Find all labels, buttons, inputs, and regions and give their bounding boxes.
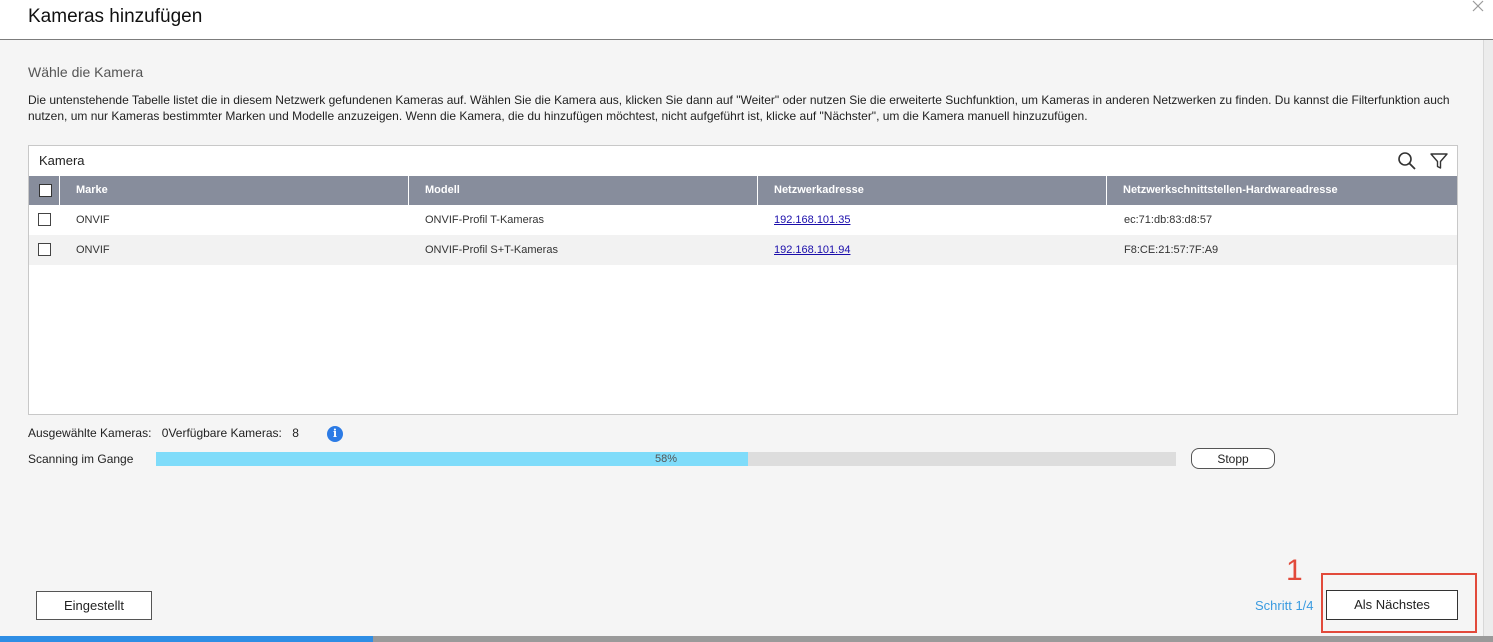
camera-stats: Ausgewählte Kameras: 0Verfügbare Kameras… — [28, 426, 299, 440]
row-mac: F8:CE:21:57:7F:A9 — [1124, 244, 1219, 256]
panel-header: Kamera — [29, 146, 1457, 175]
camera-table-panel: Kamera Marke Modell Netzwerkadresse Netz… — [28, 145, 1458, 415]
filter-icon[interactable] — [1429, 151, 1449, 171]
step-progress-fill — [0, 636, 374, 642]
dialog-title: Kameras hinzufügen — [28, 6, 203, 27]
row-checkbox[interactable] — [38, 243, 51, 256]
select-all-checkbox[interactable] — [39, 184, 52, 197]
selected-cameras-label: Ausgewählte Kameras: — [28, 426, 152, 440]
search-icon[interactable] — [1397, 151, 1417, 171]
section-description: Die untenstehende Tabelle listet die in … — [28, 93, 1450, 123]
row-brand: ONVIF — [76, 214, 110, 226]
selected-cameras-value: 0 — [161, 426, 169, 440]
scan-progress-bar: 58% — [156, 452, 1176, 466]
step-indicator: Schritt 1/4 — [1255, 598, 1314, 613]
row-address-link[interactable]: 192.168.101.35 — [774, 205, 850, 235]
row-model: ONVIF-Profil S+T-Kameras — [425, 244, 558, 256]
info-icon[interactable]: i — [327, 426, 343, 442]
section-heading: Wähle die Kamera — [28, 64, 144, 80]
column-header-brand[interactable]: Marke — [60, 176, 409, 205]
select-all-cell — [29, 176, 60, 205]
next-button[interactable]: Als Nächstes — [1326, 590, 1458, 620]
table-row[interactable]: ONVIF ONVIF-Profil T-Kameras 192.168.101… — [29, 205, 1457, 235]
annotation-number: 1 — [1286, 554, 1303, 587]
dialog-titlebar: Kameras hinzufügen — [0, 0, 1493, 40]
available-cameras-value: 8 — [292, 426, 299, 440]
settings-button[interactable]: Eingestellt — [36, 591, 152, 620]
stop-button[interactable]: Stopp — [1191, 448, 1275, 469]
step-progress-track — [0, 636, 1493, 642]
column-header-mac[interactable]: Netzwerkschnittstellen-Hardwareadresse — [1107, 176, 1457, 205]
column-header-model[interactable]: Modell — [409, 176, 758, 205]
row-brand: ONVIF — [76, 244, 110, 256]
close-icon[interactable] — [1471, 0, 1485, 14]
row-address-link[interactable]: 192.168.101.94 — [774, 235, 850, 265]
row-mac: ec:71:db:83:d8:57 — [1124, 214, 1213, 226]
row-model: ONVIF-Profil T-Kameras — [425, 214, 544, 226]
vertical-scrollbar[interactable] — [1483, 40, 1493, 636]
scan-progress-text: 58% — [654, 453, 678, 465]
table-header: Marke Modell Netzwerkadresse Netzwerksch… — [29, 176, 1457, 205]
table-row[interactable]: ONVIF ONVIF-Profil S+T-Kameras 192.168.1… — [29, 235, 1457, 265]
available-cameras-label: Verfügbare Kameras: — [168, 426, 282, 440]
scan-status-label: Scanning im Gange — [28, 452, 134, 466]
panel-title: Kamera — [39, 153, 85, 168]
column-header-address[interactable]: Netzwerkadresse — [758, 176, 1107, 205]
row-checkbox[interactable] — [38, 213, 51, 226]
